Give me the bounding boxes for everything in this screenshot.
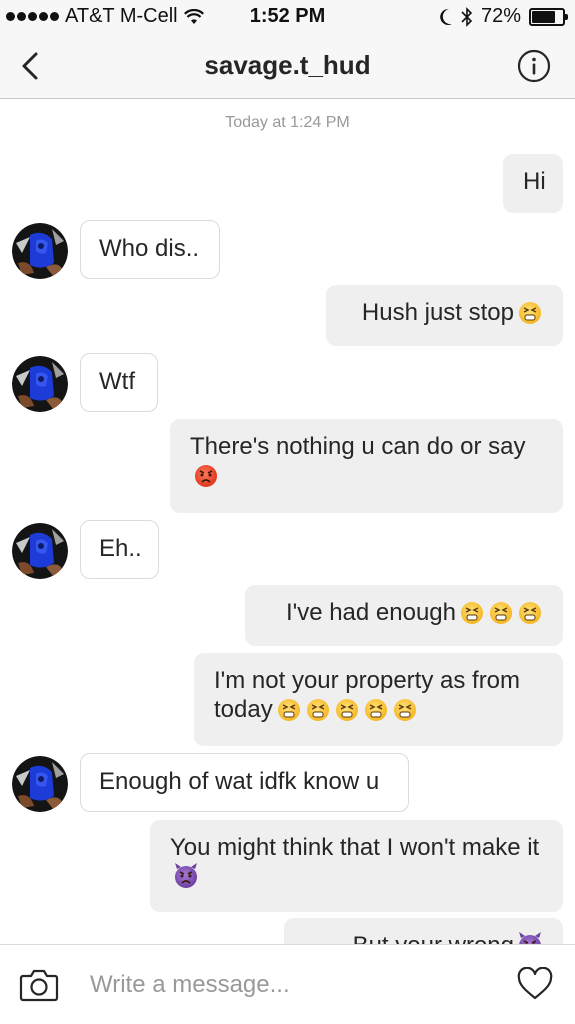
bluetooth-icon: [461, 6, 473, 27]
outgoing-message-bubble[interactable]: But your wrong: [284, 918, 563, 944]
message-text: Hush just stop: [361, 299, 514, 326]
message-text: You might think that I won't make it: [170, 834, 540, 861]
message-text: Hi: [523, 168, 546, 195]
message-input[interactable]: [90, 965, 490, 1005]
wifi-icon: [183, 8, 204, 24]
avatar[interactable]: [12, 756, 68, 812]
persevering-face-emoji-icon: [514, 299, 543, 326]
thread-timestamp: Today at 1:24 PM: [225, 114, 350, 131]
persevering-face-emoji-icon: [456, 599, 485, 626]
carrier-name: AT&T M-Cell: [65, 5, 178, 27]
avatar[interactable]: [12, 523, 68, 579]
message-text: Enough of wat idfk know u: [99, 768, 380, 795]
message-thread[interactable]: Today at 1:24 PM Hi Who dis.. Hush just st…: [0, 99, 575, 944]
message-text: Who dis..: [99, 235, 200, 262]
instagram-direct-screen: AT&T M-Cell 1:52 PM 72% savage.t_hud Tod…: [0, 0, 575, 1024]
battery-percent: 72%: [480, 5, 521, 27]
outgoing-message-bubble[interactable]: Hush just stop: [326, 285, 563, 346]
message-text: But your wrong: [353, 932, 514, 944]
outgoing-message-bubble[interactable]: I'm not your property as from today: [194, 653, 563, 746]
avatar[interactable]: [12, 223, 68, 279]
outgoing-message-bubble[interactable]: There's nothing u can do or say: [170, 419, 563, 513]
persevering-face-emoji-icon: [389, 696, 418, 723]
message-text: I've had enough: [285, 599, 456, 626]
status-right: 72%: [439, 5, 568, 28]
persevering-face-emoji-icon: [360, 696, 389, 723]
message-text: There's nothing u can do or say: [190, 433, 526, 460]
battery-level-fill: [532, 10, 556, 23]
purple-devil-face-emoji-icon: [170, 863, 199, 890]
incoming-message-bubble[interactable]: Who dis..: [80, 220, 220, 279]
status-bar: AT&T M-Cell 1:52 PM 72%: [0, 0, 575, 34]
angry-face-emoji-icon: [190, 462, 219, 489]
status-left: AT&T M-Cell: [6, 5, 204, 28]
conversation-title[interactable]: savage.t_hud: [0, 50, 575, 81]
avatar[interactable]: [12, 356, 68, 412]
battery-icon: [529, 7, 568, 26]
incoming-message-bubble[interactable]: Enough of wat idfk know u: [80, 753, 409, 812]
incoming-message-bubble[interactable]: Wtf: [80, 353, 158, 412]
message-composer: [0, 944, 575, 1024]
persevering-face-emoji-icon: [331, 696, 360, 723]
signal-strength-icon: [6, 12, 59, 21]
heart-icon[interactable]: [517, 967, 553, 1001]
info-circle-icon[interactable]: [517, 49, 551, 83]
navigation-bar: savage.t_hud: [0, 34, 575, 99]
camera-icon[interactable]: [19, 967, 59, 1003]
purple-devil-face-emoji-icon: [514, 932, 543, 944]
persevering-face-emoji-icon: [302, 696, 331, 723]
message-text: Eh..: [99, 535, 142, 562]
outgoing-message-bubble[interactable]: I've had enough: [245, 585, 563, 646]
moon-icon: [440, 8, 452, 25]
persevering-face-emoji-icon: [514, 599, 543, 626]
message-text: Wtf: [99, 368, 135, 395]
persevering-face-emoji-icon: [273, 696, 302, 723]
incoming-message-bubble[interactable]: Eh..: [80, 520, 159, 579]
outgoing-message-bubble[interactable]: Hi: [503, 154, 563, 213]
persevering-face-emoji-icon: [485, 599, 514, 626]
outgoing-message-bubble[interactable]: You might think that I won't make it: [150, 820, 563, 912]
